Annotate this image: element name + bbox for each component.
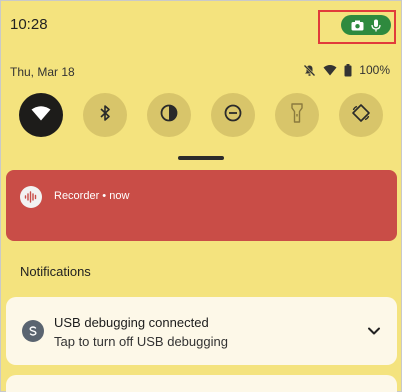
- status-icons: 100%: [303, 63, 390, 77]
- chevron-down-icon[interactable]: [367, 323, 381, 341]
- flashlight-tile[interactable]: [275, 93, 319, 137]
- usb-notification-title: USB debugging connected: [54, 315, 209, 330]
- status-bar: 10:28: [0, 0, 402, 52]
- notifications-heading: Notifications: [20, 264, 91, 279]
- battery-icon: [344, 63, 352, 77]
- drag-handle[interactable]: [178, 156, 224, 160]
- bluetooth-icon: [99, 104, 111, 127]
- recorder-label: Recorder • now: [54, 190, 130, 202]
- privacy-indicator-chip[interactable]: [341, 15, 391, 35]
- clock: 10:28: [10, 16, 48, 33]
- recorder-icon: [20, 186, 42, 208]
- camera-icon: [351, 20, 364, 31]
- quick-settings-tiles: [19, 93, 384, 137]
- auto-rotate-tile[interactable]: [339, 93, 383, 137]
- wifi-icon: [31, 105, 51, 126]
- next-notification-edge: [6, 375, 397, 392]
- flashlight-icon: [291, 102, 303, 128]
- mute-icon: [303, 64, 316, 77]
- date-label: Thu, Mar 18: [10, 65, 75, 79]
- recorder-notification[interactable]: Recorder • now: [6, 170, 397, 241]
- dark-theme-tile[interactable]: [147, 93, 191, 137]
- usb-notification-subtitle: Tap to turn off USB debugging: [54, 334, 228, 349]
- battery-level: 100%: [359, 63, 390, 77]
- do-not-disturb-tile[interactable]: [211, 93, 255, 137]
- wifi-tile[interactable]: [19, 93, 63, 137]
- mic-icon: [371, 19, 381, 32]
- wifi-icon: [323, 64, 337, 76]
- usb-debug-icon: [22, 320, 44, 342]
- usb-debugging-notification[interactable]: USB debugging connected Tap to turn off …: [6, 297, 397, 365]
- dark-theme-icon: [160, 104, 178, 127]
- bluetooth-tile[interactable]: [83, 93, 127, 137]
- do-not-disturb-icon: [224, 104, 242, 127]
- auto-rotate-icon: [351, 103, 371, 128]
